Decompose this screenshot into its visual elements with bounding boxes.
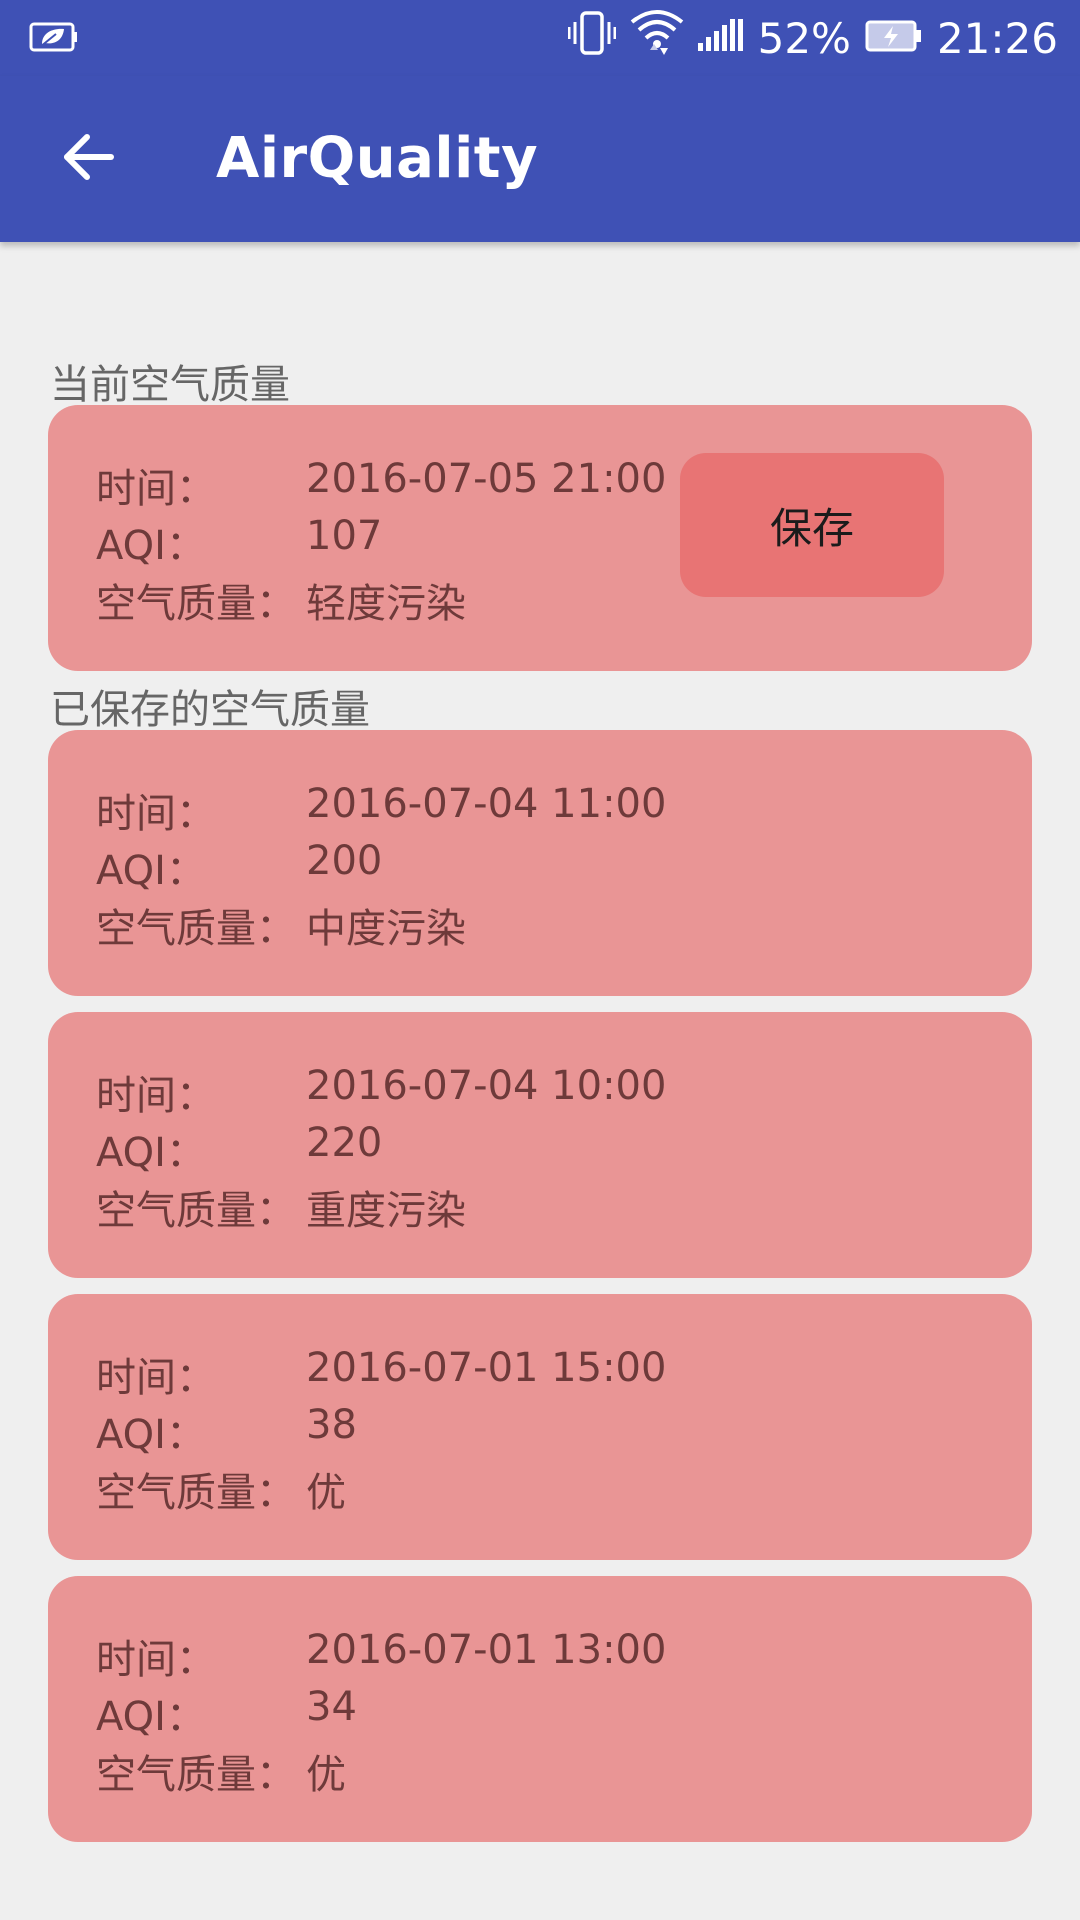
quality-value: 轻度污染: [306, 581, 466, 627]
current-aqi-row: AQI： 107: [96, 513, 382, 571]
saved-card[interactable]: 时间： 2016-07-01 15:00 AQI： 38 空气质量：优: [48, 1294, 1032, 1560]
aqi-label: AQI：: [96, 848, 206, 894]
saved-section-label: 已保存的空气质量: [50, 687, 370, 733]
back-button[interactable]: [48, 119, 128, 199]
quality-label: 空气质量：: [96, 581, 296, 627]
quality-label: 空气质量：: [96, 906, 296, 952]
clock-time: 21:26: [936, 13, 1058, 63]
app-bar: AirQuality: [0, 76, 1080, 242]
aqi-value: 38: [306, 1402, 357, 1448]
status-bar: 52% 21:26: [0, 0, 1080, 76]
aqi-value: 200: [306, 838, 383, 884]
time-row: 时间： 2016-07-01 15:00: [96, 1345, 666, 1403]
arrow-back-icon: [61, 132, 115, 186]
aqi-row: AQI： 220: [96, 1120, 382, 1178]
current-quality-row: 空气质量： 轻度污染: [96, 571, 466, 629]
aqi-value: 107: [306, 513, 383, 559]
aqi-label: AQI：: [96, 1130, 206, 1176]
aqi-row: AQI： 34: [96, 1684, 357, 1742]
time-value: 2016-07-01 13:00: [306, 1627, 667, 1673]
current-card: 时间： 2016-07-05 21:00 AQI： 107 空气质量： 轻度污染…: [48, 405, 1032, 671]
current-time-row: 时间： 2016-07-05 21:00: [96, 456, 666, 514]
quality-label: 空气质量：: [96, 1188, 296, 1234]
aqi-row: AQI： 38: [96, 1402, 357, 1460]
quality-value: 优: [306, 1752, 346, 1798]
time-value: 2016-07-04 10:00: [306, 1063, 667, 1109]
saved-card[interactable]: 时间： 2016-07-04 11:00 AQI： 200 空气质量： 中度污染: [48, 730, 1032, 996]
page-title: AirQuality: [216, 126, 539, 191]
quality-value: 重度污染: [306, 1188, 466, 1234]
time-label: 时间：: [96, 1637, 216, 1683]
current-section-label: 当前空气质量: [50, 362, 290, 408]
time-label: 时间：: [96, 791, 216, 837]
vibrate-icon: [567, 10, 617, 66]
quality-value: 中度污染: [306, 906, 466, 952]
aqi-label: AQI：: [96, 1694, 206, 1740]
saved-card[interactable]: 时间： 2016-07-04 10:00 AQI： 220 空气质量： 重度污染: [48, 1012, 1032, 1278]
time-value: 2016-07-05 21:00: [306, 456, 667, 502]
quality-row: 空气质量：优: [96, 1460, 346, 1518]
aqi-value: 34: [306, 1684, 357, 1730]
quality-row: 空气质量： 重度污染: [96, 1178, 466, 1236]
time-row: 时间： 2016-07-04 11:00: [96, 781, 666, 839]
leaf-battery-saver-icon: [28, 20, 78, 54]
battery-percent: 52%: [757, 13, 851, 63]
saved-card[interactable]: 时间： 2016-07-01 13:00 AQI： 34 空气质量：优: [48, 1576, 1032, 1842]
time-label: 时间：: [96, 466, 216, 512]
aqi-label: AQI：: [96, 523, 206, 569]
time-row: 时间： 2016-07-01 13:00: [96, 1627, 666, 1685]
signal-icon: [697, 14, 744, 63]
quality-label: 空气质量：: [96, 1752, 296, 1798]
quality-row: 空气质量：优: [96, 1742, 346, 1800]
battery-charging-icon: [865, 14, 923, 63]
quality-row: 空气质量： 中度污染: [96, 896, 466, 954]
time-value: 2016-07-01 15:00: [306, 1345, 667, 1391]
wifi-icon: [630, 8, 684, 68]
aqi-label: AQI：: [96, 1412, 206, 1458]
time-label: 时间：: [96, 1355, 216, 1401]
time-row: 时间： 2016-07-04 10:00: [96, 1063, 666, 1121]
quality-label: 空气质量：: [96, 1470, 296, 1516]
time-value: 2016-07-04 11:00: [306, 781, 667, 827]
time-label: 时间：: [96, 1073, 216, 1119]
save-button[interactable]: 保存: [680, 453, 944, 597]
aqi-value: 220: [306, 1120, 383, 1166]
quality-value: 优: [306, 1470, 346, 1516]
aqi-row: AQI： 200: [96, 838, 382, 896]
